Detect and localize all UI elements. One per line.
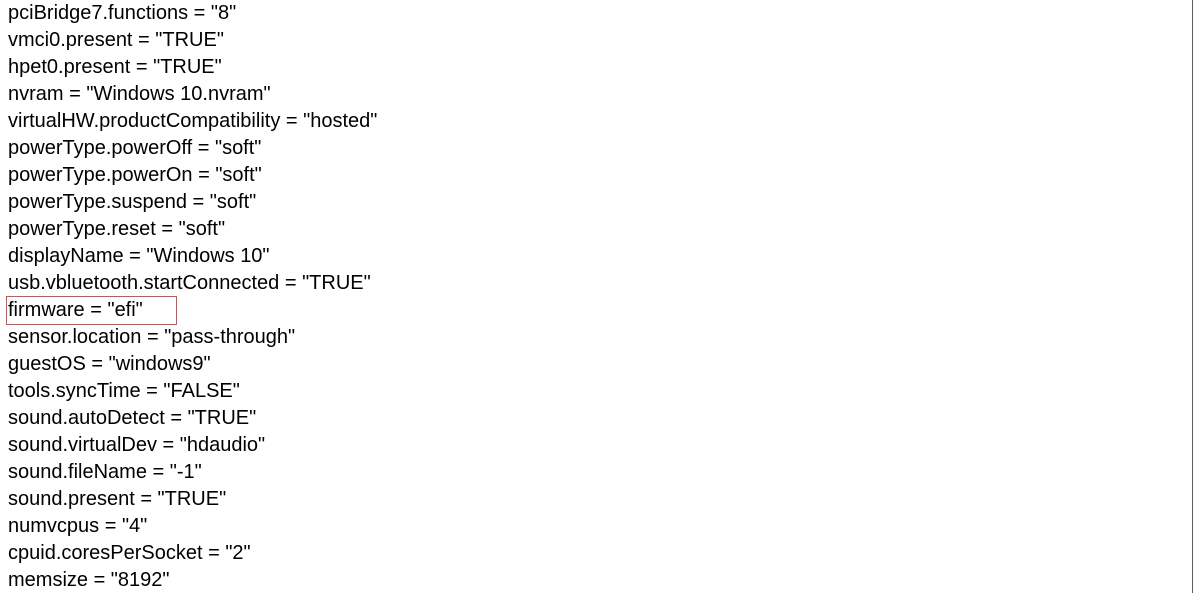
- config-line-powertype-poweron[interactable]: powerType.powerOn = "soft": [8, 162, 1186, 189]
- config-line-usb-vbluetooth[interactable]: usb.vbluetooth.startConnected = "TRUE": [8, 270, 1186, 297]
- config-line-hpet0-present[interactable]: hpet0.present = "TRUE": [8, 54, 1186, 81]
- config-line-powertype-poweroff[interactable]: powerType.powerOff = "soft": [8, 135, 1186, 162]
- config-line-sound-autodetect[interactable]: sound.autoDetect = "TRUE": [8, 405, 1186, 432]
- config-line-cpuid-corespersocket[interactable]: cpuid.coresPerSocket = "2": [8, 540, 1186, 567]
- config-line-guestos[interactable]: guestOS = "windows9": [8, 351, 1186, 378]
- config-line-displayname[interactable]: displayName = "Windows 10": [8, 243, 1186, 270]
- config-line-firmware[interactable]: firmware = "efi": [8, 297, 1186, 324]
- config-line-numvcpus[interactable]: numvcpus = "4": [8, 513, 1186, 540]
- config-line-powertype-suspend[interactable]: powerType.suspend = "soft": [8, 189, 1186, 216]
- config-line-tools-synctime[interactable]: tools.syncTime = "FALSE": [8, 378, 1186, 405]
- config-line-sensor-location[interactable]: sensor.location = "pass-through": [8, 324, 1186, 351]
- config-line-nvram[interactable]: nvram = "Windows 10.nvram": [8, 81, 1186, 108]
- window-right-border: [1192, 0, 1193, 593]
- config-line-virtualhw-compatibility[interactable]: virtualHW.productCompatibility = "hosted…: [8, 108, 1186, 135]
- config-line-pcibridge7-functions[interactable]: pciBridge7.functions = "8": [8, 0, 1186, 27]
- config-line-sound-virtualdev[interactable]: sound.virtualDev = "hdaudio": [8, 432, 1186, 459]
- text-content[interactable]: pciBridge7.functions = "8" vmci0.present…: [8, 0, 1186, 594]
- text-editor[interactable]: pciBridge7.functions = "8" vmci0.present…: [0, 0, 1196, 593]
- config-line-sound-filename[interactable]: sound.fileName = "-1": [8, 459, 1186, 486]
- config-line-powertype-reset[interactable]: powerType.reset = "soft": [8, 216, 1186, 243]
- config-line-memsize[interactable]: memsize = "8192": [8, 567, 1186, 594]
- config-line-sound-present[interactable]: sound.present = "TRUE": [8, 486, 1186, 513]
- config-line-vmci0-present[interactable]: vmci0.present = "TRUE": [8, 27, 1186, 54]
